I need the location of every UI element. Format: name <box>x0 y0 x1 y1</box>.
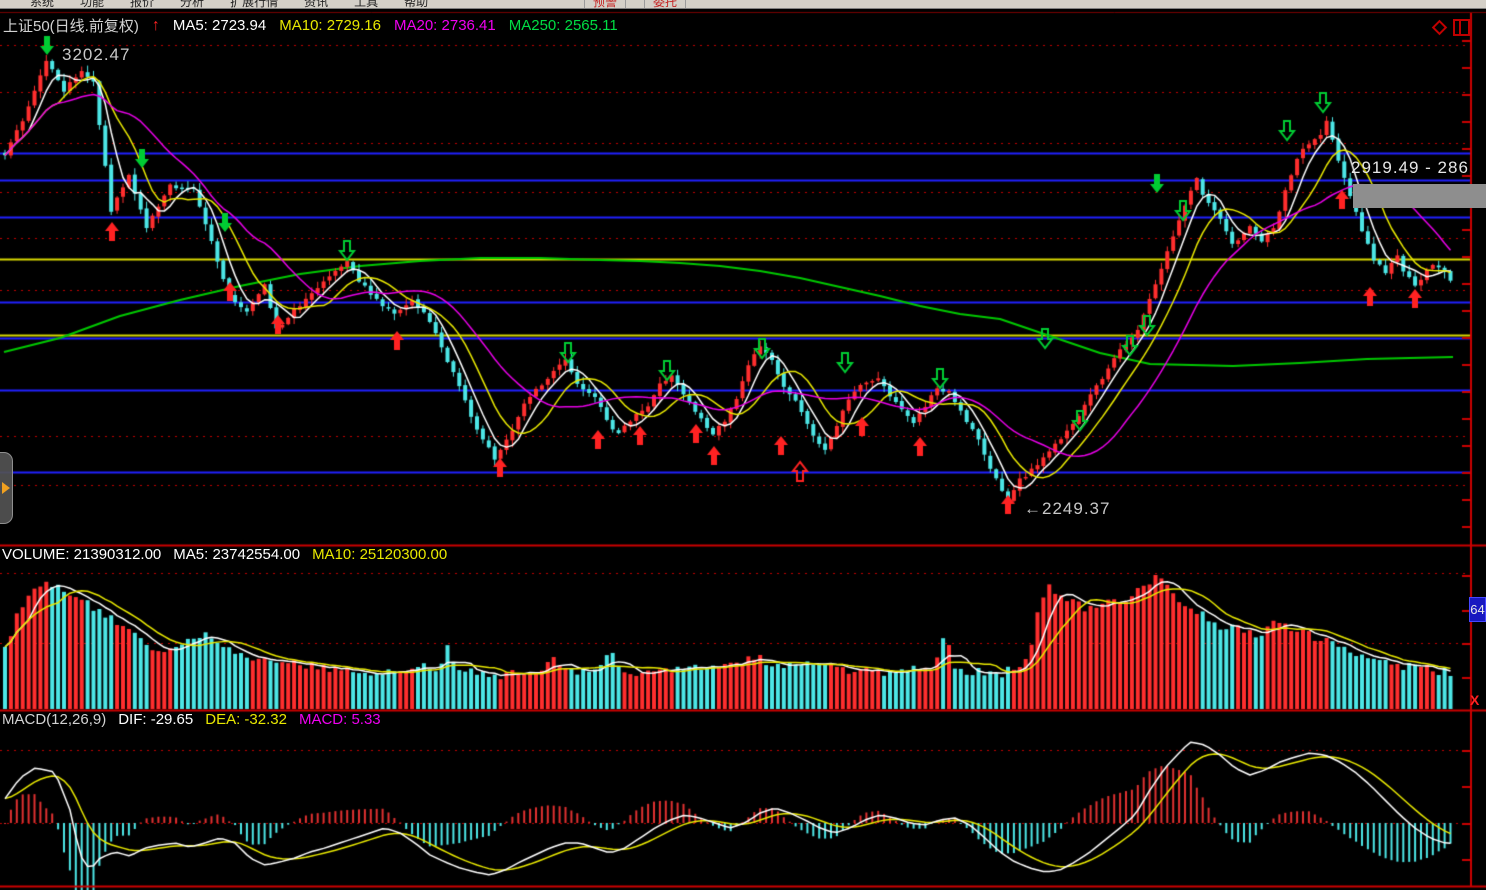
chart-canvas[interactable] <box>0 0 1486 890</box>
volume-ma5-value: MA5: 23742554.00 <box>173 546 300 563</box>
menu-item-system[interactable]: 系统 <box>30 0 54 1</box>
sidebar-expand-tab[interactable] <box>0 452 13 524</box>
macd-value: MACD: 5.33 <box>299 711 381 728</box>
expand-arrow-icon <box>2 482 10 494</box>
volume-axis-badge: 64 <box>1469 597 1486 622</box>
menu-item-analysis[interactable]: 分析 <box>180 0 204 1</box>
peak-price-label: 3202.47 <box>62 45 130 65</box>
menu-item-extended[interactable]: 扩展行情 <box>230 0 278 1</box>
diamond-tool-icon[interactable] <box>1432 20 1448 36</box>
menu-item-tools[interactable]: 工具 <box>354 0 378 1</box>
dea-value: DEA: -32.32 <box>205 711 287 728</box>
macd-pane-header: MACD(12,26,9) DIF: -29.65 DEA: -32.32 MA… <box>2 711 381 728</box>
ma10-value: MA10: 2729.16 <box>279 17 381 34</box>
chart-title: 上证50(日线.前复权) <box>3 15 139 36</box>
volume-pane-header: VOLUME: 21390312.00 MA5: 23742554.00 MA1… <box>2 546 447 563</box>
trend-up-arrow-icon: ↑ <box>152 17 160 35</box>
menu-item-function[interactable]: 功能 <box>80 0 104 1</box>
menu-bar: 系统 功能 报价 分析 扩展行情 资讯 工具 帮助 预警 委托 <box>0 0 1486 9</box>
menu-item-quotes[interactable]: 报价 <box>130 0 154 1</box>
main-chart-header: 上证50(日线.前复权) ↑ MA5: 2723.94 MA10: 2729.1… <box>3 15 618 36</box>
ma20-value: MA20: 2736.41 <box>394 17 496 34</box>
dif-value: DIF: -29.65 <box>118 711 193 728</box>
menu-hot-item-2[interactable]: 委托 <box>644 0 686 8</box>
volume-value: VOLUME: 21390312.00 <box>2 546 161 563</box>
chart-toolbar-icons <box>1434 19 1470 36</box>
volume-ma10-value: MA10: 25120300.00 <box>312 546 447 563</box>
menu-item-news[interactable]: 资讯 <box>304 0 328 1</box>
macd-title: MACD(12,26,9) <box>2 711 106 728</box>
ma250-value: MA250: 2565.11 <box>509 17 618 34</box>
ma5-value: MA5: 2723.94 <box>173 17 266 34</box>
trough-price-label: ←2249.37 <box>1024 499 1110 519</box>
menu-hot-item-1[interactable]: 预警 <box>584 0 626 8</box>
price-tooltip-box <box>1353 184 1486 208</box>
layout-switch-icon[interactable] <box>1453 19 1470 36</box>
close-pane-button[interactable]: X <box>1470 692 1479 708</box>
price-tooltip-label: 2919.49 - 286 <box>1351 158 1469 178</box>
menu-item-help[interactable]: 帮助 <box>404 0 428 1</box>
